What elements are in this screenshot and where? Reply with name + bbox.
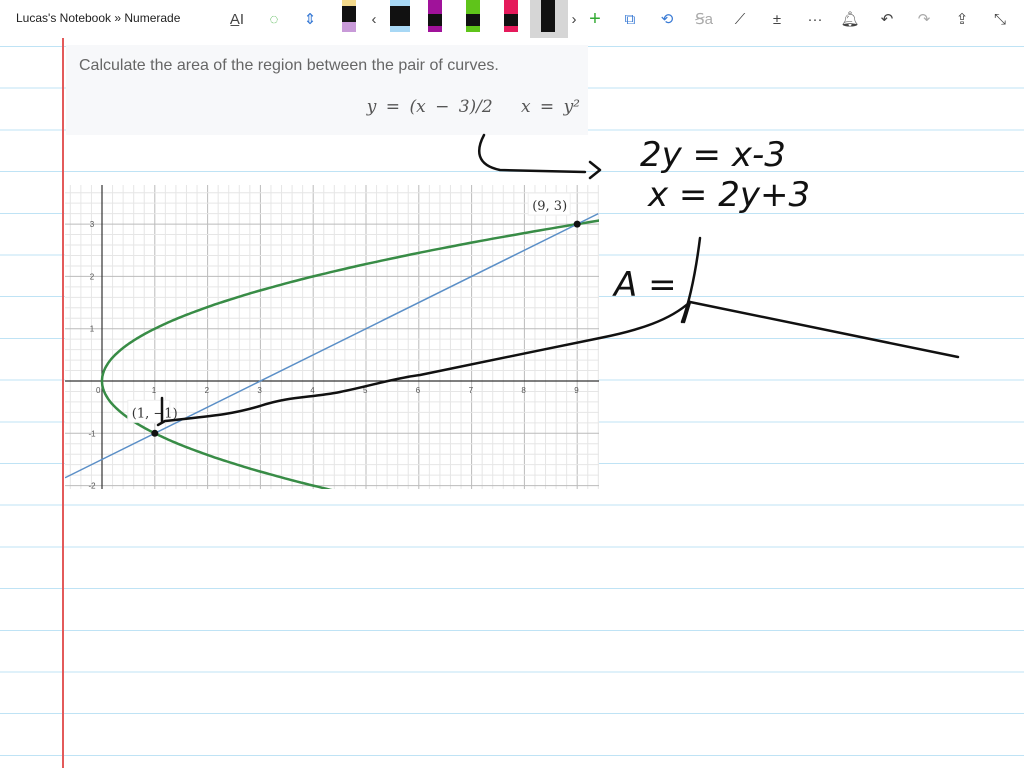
ink-line-1: 2y = x-3 <box>640 135 786 175</box>
ink-stray-curve <box>156 300 692 427</box>
ink-arrow <box>477 133 602 180</box>
ink-integral <box>680 236 960 359</box>
ink-line-2: x = 2y+3 <box>647 175 810 215</box>
handwriting-layer: 2y = x-3 x = 2y+3 A = <box>156 133 960 427</box>
ink-area-label: A = <box>612 265 677 305</box>
